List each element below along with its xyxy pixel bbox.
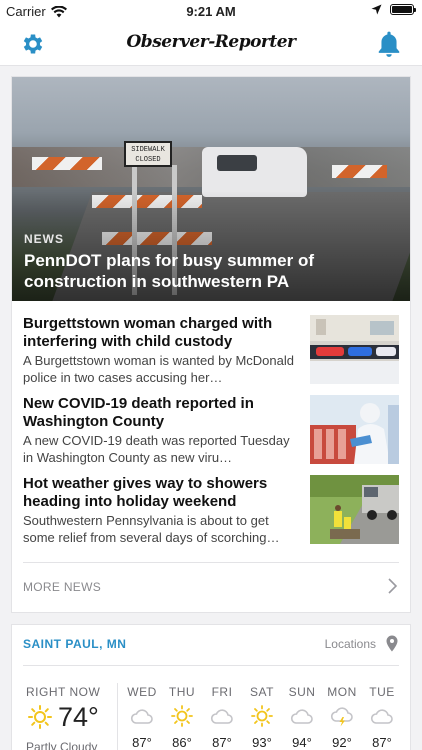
status-bar: Carrier 9:21 AM — [0, 0, 422, 22]
forecast-high: 92° — [332, 735, 352, 750]
cloud-icon — [290, 709, 313, 724]
right-now-label: RIGHT NOW — [26, 685, 101, 699]
forecast-day-name: MON — [327, 685, 357, 699]
weather-divider — [23, 665, 399, 666]
forecast-day-name: WED — [127, 685, 157, 699]
forecast-high: 93° — [252, 735, 272, 750]
story-summary: A Burgettstown woman is wanted by McDona… — [23, 353, 294, 385]
forecast-strip: WED 87° THU 86° FRI 87° SAT 93° SUN 94° … — [122, 685, 402, 750]
cloud-icon — [210, 709, 233, 724]
story-thumbnail — [310, 395, 399, 464]
location-arrow-icon — [371, 4, 382, 15]
location-pin-icon[interactable] — [386, 635, 398, 652]
story-summary: A new COVID-19 death was reported Tuesda… — [23, 433, 290, 465]
story-summary: Southwestern Pennsylvania is about to ge… — [23, 513, 280, 545]
chevron-right-icon — [388, 578, 398, 594]
current-condition: Partly Cloudy — [26, 740, 98, 750]
forecast-day: WED 87° — [122, 685, 162, 750]
forecast-day: SUN 94° — [282, 685, 322, 750]
forecast-day: MON 92° — [322, 685, 362, 750]
forecast-high: 87° — [212, 735, 232, 750]
current-temperature: 74° — [58, 702, 99, 732]
sun-icon — [28, 705, 52, 729]
forecast-high: 87° — [132, 735, 152, 750]
featured-story[interactable]: SIDEWALK CLOSED NEWS PennDOT plans for b… — [12, 77, 410, 301]
forecast-day: SAT 93° — [242, 685, 282, 750]
weather-city[interactable]: SAINT PAUL, MN — [23, 637, 126, 651]
sun-icon — [171, 705, 193, 727]
forecast-high: 94° — [292, 735, 312, 750]
forecast-day: THU 86° — [162, 685, 202, 750]
hero-photo-barrier — [332, 165, 387, 178]
forecast-high: 86° — [172, 735, 192, 750]
weather-card: SAINT PAUL, MN Locations RIGHT NOW 74° P… — [11, 624, 411, 750]
hero-photo-sign: SIDEWALK CLOSED — [124, 141, 172, 167]
locations-button[interactable]: Locations — [325, 637, 376, 651]
bell-icon[interactable] — [376, 30, 402, 58]
story-item[interactable]: Burgettstown woman charged with interfer… — [23, 315, 399, 385]
forecast-day-name: SAT — [250, 685, 274, 699]
story-thumbnail — [310, 315, 399, 384]
forecast-day-name: SUN — [288, 685, 316, 699]
news-card: SIDEWALK CLOSED NEWS PennDOT plans for b… — [11, 76, 411, 613]
weather-separator — [117, 683, 118, 750]
nav-bar: Observer-Reporter — [0, 22, 422, 66]
current-conditions: RIGHT NOW 74° Partly Cloudy — [26, 685, 118, 750]
featured-headline: PennDOT plans for busy summer of constru… — [24, 251, 314, 291]
story-item[interactable]: Hot weather gives way to showers heading… — [23, 475, 399, 545]
forecast-day-name: THU — [168, 685, 196, 699]
sun-icon — [251, 705, 273, 727]
hero-photo-barrier — [32, 157, 102, 170]
battery-icon — [390, 4, 416, 15]
forecast-day: FRI 87° — [202, 685, 242, 750]
forecast-high: 87° — [372, 735, 392, 750]
story-title: Burgettstown woman charged with interfer… — [23, 315, 273, 350]
thunderstorm-icon — [330, 707, 353, 727]
story-thumbnail — [310, 475, 399, 544]
more-news-label: MORE NEWS — [23, 580, 102, 594]
forecast-day-name: FRI — [211, 685, 233, 699]
more-news-link[interactable]: MORE NEWS — [23, 572, 399, 602]
hero-photo-truck — [202, 147, 307, 197]
story-title: Hot weather gives way to showers heading… — [23, 475, 268, 510]
cloud-icon — [370, 709, 393, 724]
clock: 9:21 AM — [186, 4, 236, 19]
story-title: New COVID-19 death reported in Washingto… — [23, 395, 254, 430]
story-item[interactable]: New COVID-19 death reported in Washingto… — [23, 395, 399, 465]
forecast-day: TUE 87° — [362, 685, 402, 750]
featured-kicker: NEWS — [24, 232, 64, 246]
app-logo: Observer-Reporter — [126, 32, 297, 52]
cloud-icon — [130, 709, 153, 724]
status-indicators — [371, 4, 416, 15]
forecast-day-name: TUE — [369, 685, 395, 699]
section-divider — [23, 562, 399, 563]
